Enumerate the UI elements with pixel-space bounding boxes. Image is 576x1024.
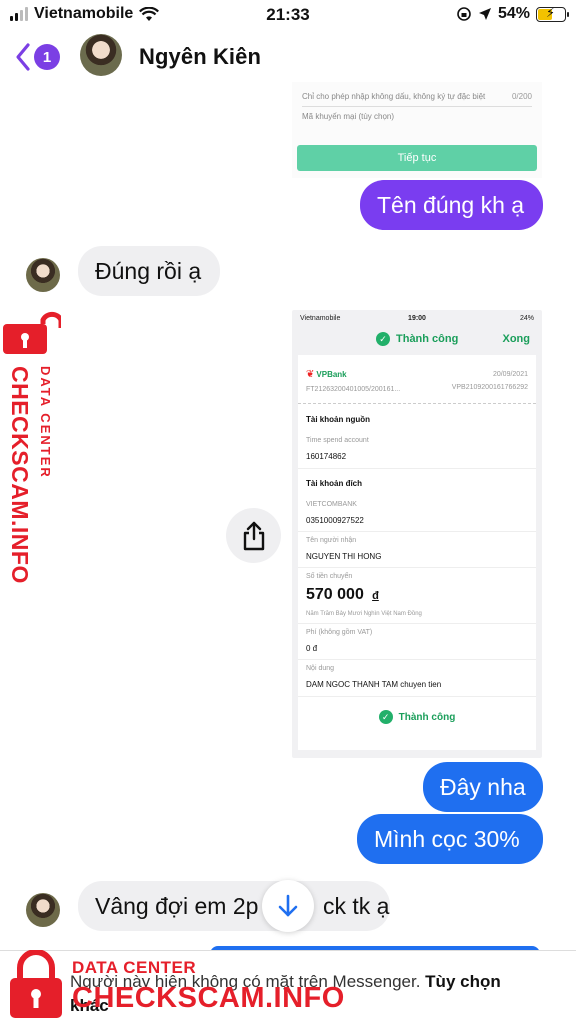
receipt-card: ❦ VPBank 20/09/2021 FT21263200401005/200… bbox=[298, 355, 536, 750]
form-screenshot-image[interactable]: Chỉ cho phép nhập không dấu, không ký tự… bbox=[292, 82, 542, 178]
receipt-status-bar: Vietnamobile 19:00 24% bbox=[292, 310, 542, 328]
divider bbox=[298, 468, 536, 469]
dest-account: 0351000927522 bbox=[306, 516, 364, 525]
message-text: Đúng rồi ạ bbox=[95, 257, 202, 284]
watermark-bottom-line2: CHECKSCAM.INFO bbox=[72, 982, 345, 1014]
divider bbox=[298, 623, 536, 624]
check-circle-icon: ✓ bbox=[378, 710, 393, 724]
status-bar: Vietnamobile 21:33 54% ⚡ bbox=[0, 0, 576, 30]
receipt-date: 20/09/2021 bbox=[492, 371, 528, 378]
scroll-to-bottom-button[interactable] bbox=[262, 880, 314, 932]
fee-label: Phí (không gồm VAT) bbox=[306, 629, 373, 636]
content-label: Nội dung bbox=[306, 665, 335, 672]
form-hint: Chỉ cho phép nhập không dấu, không ký tự… bbox=[302, 92, 486, 101]
watermark-lock-icon bbox=[10, 950, 62, 1018]
fee-value: 0 đ bbox=[306, 644, 318, 653]
source-account: 160174862 bbox=[306, 452, 347, 461]
lock-icon bbox=[3, 311, 61, 354]
share-button[interactable] bbox=[226, 508, 281, 563]
status-right: 54% ⚡ bbox=[456, 5, 569, 23]
form-counter: 0/200 bbox=[511, 92, 532, 101]
receipt-battery: 24% bbox=[519, 315, 534, 322]
bank-receipt-image[interactable]: Vietnamobile 19:00 24% ✓ Thành công Xong… bbox=[292, 310, 542, 758]
amount-words: Năm Trăm Bảy Mươi Nghìn Việt Nam Đồng bbox=[306, 611, 422, 617]
message-text: Vâng đợi em 2p bbox=[95, 892, 259, 919]
message-bubble-out[interactable]: Mình cọc 30% bbox=[357, 814, 543, 864]
amount-value: 570 000 bbox=[306, 586, 364, 603]
watermark-line2: CHECKSCAM.INFO bbox=[7, 366, 33, 584]
arrow-down-icon bbox=[278, 894, 298, 917]
location-icon bbox=[478, 8, 491, 20]
back-button[interactable]: 1 bbox=[14, 42, 60, 72]
contact-avatar[interactable] bbox=[80, 34, 122, 76]
done-link: Xong bbox=[502, 333, 531, 345]
dest-section: Tài khoản đích bbox=[306, 479, 363, 488]
battery-icon: ⚡ bbox=[536, 5, 569, 22]
message-text-tail: ck tk ạ bbox=[323, 892, 390, 919]
share-icon bbox=[243, 521, 264, 550]
source-label: Time spend account bbox=[306, 437, 369, 444]
divider bbox=[298, 659, 536, 660]
message-text: Tên đúng kh ạ bbox=[377, 191, 525, 218]
receipt-header: ✓ Thành công Xong bbox=[292, 328, 542, 354]
message-text: Mình cọc 30% bbox=[374, 825, 520, 852]
footer-status-text: Thành công bbox=[398, 711, 456, 723]
unread-badge: 1 bbox=[34, 44, 60, 70]
ref-left: FT21263200401005/200161... bbox=[306, 386, 401, 393]
contact-avatar-small[interactable] bbox=[26, 893, 60, 927]
chat-header: 1 Ngyên Kiên bbox=[0, 30, 576, 88]
ref-right: VPB2109200161766292 bbox=[451, 384, 528, 391]
watermark-bottom-line1: DATA CENTER bbox=[72, 958, 197, 977]
recipient-name: NGUYEN THI HONG bbox=[306, 552, 382, 561]
message-bubble-out[interactable]: Tên đúng kh ạ bbox=[360, 180, 543, 230]
content-value: DAM NGOC THANH TAM chuyen tien bbox=[306, 680, 442, 689]
orientation-lock-icon bbox=[457, 7, 471, 21]
receipt-time: 19:00 bbox=[408, 315, 426, 322]
divider bbox=[302, 106, 532, 107]
source-section: Tài khoản nguồn bbox=[306, 415, 370, 424]
success-title: ✓ Thành công bbox=[376, 332, 458, 346]
divider bbox=[298, 696, 536, 697]
watermark-line1: DATA CENTER bbox=[38, 366, 53, 479]
message-bubble-in[interactable]: Vâng đợi em 2p ck tk ạ bbox=[78, 881, 390, 931]
divider bbox=[298, 531, 536, 532]
amount-label: Số tiền chuyển bbox=[306, 573, 353, 580]
divider bbox=[298, 403, 536, 404]
message-bubble-out[interactable]: Đây nha bbox=[423, 762, 543, 812]
success-title-text: Thành công bbox=[396, 333, 459, 345]
battery-percent: 54% bbox=[497, 5, 530, 22]
recipient-label: Tên người nhận bbox=[306, 537, 357, 544]
message-text: Đây nha bbox=[440, 773, 526, 800]
contact-name[interactable]: Ngyên Kiên bbox=[139, 44, 261, 70]
footer-status: ✓ Thành công bbox=[306, 710, 528, 724]
message-bubble-in[interactable]: Đúng rồi ạ bbox=[78, 246, 220, 296]
check-circle-icon: ✓ bbox=[376, 332, 390, 346]
currency-symbol: đ bbox=[372, 590, 379, 602]
watermark-side: DATA CENTER CHECKSCAM.INFO bbox=[3, 310, 63, 600]
dest-bank: VIETCOMBANK bbox=[306, 501, 357, 508]
contact-avatar-small[interactable] bbox=[26, 258, 60, 292]
chevron-left-icon bbox=[16, 43, 30, 71]
divider bbox=[298, 567, 536, 568]
continue-button: Tiếp tục bbox=[297, 145, 537, 171]
promo-placeholder: Mã khuyến mại (tùy chọn) bbox=[302, 112, 395, 121]
